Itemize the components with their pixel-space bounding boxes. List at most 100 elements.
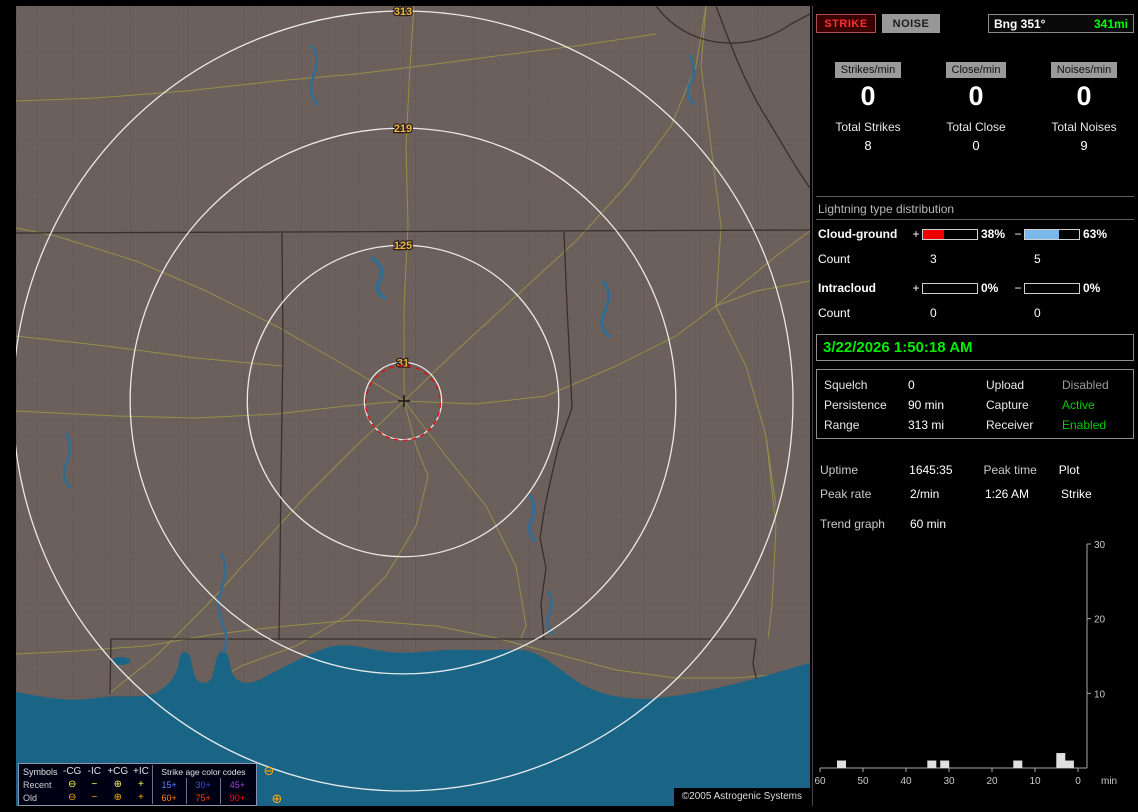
lightning-distribution: Cloud-ground + 38% − 63% Count 3 5 Intra… — [818, 226, 1134, 334]
upload-label: Upload — [986, 378, 1025, 392]
count-label: Count — [818, 252, 851, 266]
svg-text:125: 125 — [394, 240, 412, 252]
minus-sign: − — [1014, 281, 1022, 295]
ic-positive-count: 0 — [930, 306, 937, 320]
age-75: 75+ — [185, 791, 221, 804]
legend-symbols-header: Symbols — [23, 766, 58, 777]
uptime-label: Uptime — [820, 463, 859, 477]
ic-positive-bar — [922, 282, 978, 294]
neg-cg-recent-icon: ⊖ — [67, 779, 77, 790]
display-toolbar: STRIKE NOISE Bng 351° 341mi — [816, 14, 1134, 34]
noise-toggle-button[interactable]: NOISE — [882, 14, 940, 33]
svg-text:30: 30 — [1094, 540, 1106, 551]
persistence-value: 90 min — [908, 398, 945, 412]
ic-negative-count: 0 — [1034, 306, 1041, 320]
uptime-value: 1645:35 — [909, 463, 953, 477]
svg-text:30: 30 — [943, 776, 955, 787]
cg-negative-pct: 63% — [1083, 227, 1108, 241]
close-per-min-label: Close/min — [945, 62, 1007, 78]
cg-negative-bar — [1024, 228, 1080, 240]
status-row: Uptime 1645:35 Peak time Plot — [820, 458, 1134, 482]
svg-text:50: 50 — [857, 776, 869, 787]
settings-row: Squelch 0 Upload Disabled — [824, 375, 1133, 395]
svg-text:min: min — [1101, 776, 1117, 787]
pos-ic-old-icon: + — [138, 792, 144, 803]
total-close-value: 0 — [972, 138, 980, 153]
age-90: 90+ — [219, 791, 255, 804]
svg-text:60: 60 — [814, 776, 826, 787]
pos-ic-recent-icon: + — [138, 779, 144, 790]
legend-col-pos-ic: +IC — [133, 766, 149, 777]
rate-counters: Strikes/min 0 Total Strikes 8 Close/min … — [814, 60, 1138, 153]
receiver-label: Receiver — [986, 418, 1034, 432]
cloud-ground-row: Cloud-ground + 38% − 63% — [818, 226, 1134, 242]
noises-per-min-value: 0 — [1076, 81, 1092, 111]
map-canvas[interactable]: 313 219 125 31 ⊖ ⊕ — [16, 6, 810, 806]
cloud-ground-label: Cloud-ground — [818, 227, 898, 241]
lightning-map[interactable]: 313 219 125 31 ⊖ ⊕ Symbols -CG -IC +CG +IC S… — [16, 6, 810, 806]
pos-cg-old-icon: ⊕ — [113, 792, 122, 803]
separator — [816, 196, 1134, 197]
svg-text:⊕: ⊕ — [272, 792, 283, 806]
range-label: Range — [824, 418, 860, 432]
capture-label: Capture — [986, 398, 1029, 412]
ic-negative-pct: 0% — [1083, 281, 1101, 295]
trend-graph-chart: 30 20 10 60 50 40 30 20 10 0 min — [814, 540, 1117, 787]
age-30: 30+ — [185, 778, 221, 791]
neg-cg-old-icon: ⊖ — [67, 792, 77, 803]
distribution-title: Lightning type distribution — [818, 202, 955, 216]
svg-text:10: 10 — [1029, 776, 1041, 787]
legend-old-label: Old — [23, 792, 38, 803]
svg-text:20: 20 — [986, 776, 998, 787]
persistence-label: Persistence — [824, 398, 887, 412]
ic-positive-pct: 0% — [981, 281, 999, 295]
neg-ic-recent-icon: − — [91, 779, 98, 790]
plus-sign: + — [912, 227, 920, 241]
settings-panel: Squelch 0 Upload Disabled Persistence 90… — [816, 369, 1134, 439]
svg-text:20: 20 — [1094, 615, 1106, 626]
peak-rate-label: Peak rate — [820, 487, 872, 501]
bearing-value: Bng 351° — [994, 16, 1046, 31]
datetime-panel: 3/22/2026 1:50:18 AM — [816, 334, 1134, 361]
status-row: Peak rate 2/min 1:26 AM Strike — [820, 482, 1134, 506]
intracloud-label: Intracloud — [818, 281, 877, 295]
peak-rate-value: 2/min — [910, 487, 940, 501]
copyright-notice: ©2005 Astrogenic Systems — [673, 788, 810, 806]
map-legend: Symbols -CG -IC +CG +IC Strike age color… — [18, 763, 258, 806]
datetime-value: 3/22/2026 1:50:18 AM — [823, 339, 973, 356]
bearing-display: Bng 351° 341mi — [988, 14, 1134, 33]
distance-value: 341mi — [1093, 16, 1128, 31]
panel-divider — [812, 6, 813, 806]
trend-graph-value: 60 min — [910, 517, 947, 531]
svg-text:40: 40 — [900, 776, 912, 787]
total-close-label: Total Close — [946, 120, 1006, 134]
plot-value: Strike — [1061, 487, 1092, 501]
strikes-per-min-label: Strikes/min — [834, 62, 902, 78]
settings-row: Persistence 90 min Capture Active — [824, 395, 1133, 415]
neg-ic-old-icon: − — [91, 792, 98, 803]
cloud-ground-count-row: Count 3 5 — [818, 252, 1134, 268]
svg-text:0: 0 — [1075, 776, 1081, 787]
legend-col-neg-cg: -CG — [63, 766, 82, 777]
minus-sign: − — [1014, 227, 1022, 241]
svg-text:10: 10 — [1094, 689, 1106, 700]
capture-value: Active — [1062, 398, 1095, 412]
strikes-column: Strikes/min 0 Total Strikes 8 — [814, 60, 922, 153]
squelch-value: 0 — [908, 378, 915, 392]
legend-recent-label: Recent — [23, 779, 52, 790]
svg-text:⊖: ⊖ — [264, 764, 275, 779]
trend-graph-panel: 30 20 10 60 50 40 30 20 10 0 min — [814, 530, 1138, 805]
strike-toggle-button[interactable]: STRIKE — [816, 14, 876, 33]
peak-time-label: Peak time — [983, 463, 1037, 477]
age-60: 60+ — [151, 791, 187, 804]
trend-graph-label: Trend graph — [820, 517, 885, 531]
close-column: Close/min 0 Total Close 0 — [922, 60, 1030, 153]
cg-negative-count: 5 — [1034, 252, 1041, 266]
pos-cg-recent-icon: ⊕ — [113, 779, 122, 790]
svg-text:313: 313 — [394, 6, 412, 18]
total-noises-label: Total Noises — [1051, 120, 1117, 134]
legend-col-neg-ic: -IC — [87, 766, 102, 777]
legend-col-pos-cg: +CG — [107, 766, 129, 777]
total-strikes-label: Total Strikes — [835, 120, 901, 134]
svg-text:31: 31 — [397, 357, 409, 369]
